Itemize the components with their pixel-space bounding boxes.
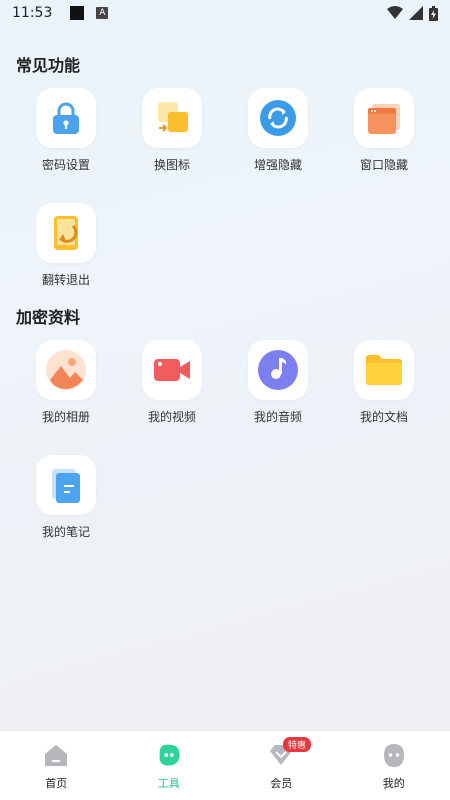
tile [354, 88, 414, 148]
grid-item-album[interactable]: 我的相册 [13, 340, 119, 440]
grid-item-enhanced-hide[interactable]: 增强隐藏 [225, 88, 331, 188]
item-label: 增强隐藏 [253, 158, 302, 172]
album-icon [46, 350, 86, 390]
item-label: 我的相册 [41, 410, 90, 424]
grid-item-password[interactable]: 密码设置 [13, 88, 119, 188]
profile-icon [380, 741, 408, 769]
signal-icon [409, 6, 423, 20]
flip-phone-icon [54, 216, 78, 250]
item-label: 翻转退出 [41, 273, 90, 287]
item-label: 换图标 [153, 158, 190, 172]
tile [36, 455, 96, 515]
wifi-icon [387, 6, 403, 19]
tile [248, 88, 308, 148]
swap-icon [158, 102, 188, 132]
window-icon [368, 104, 400, 134]
grid-item-window-hide[interactable]: 窗口隐藏 [331, 88, 437, 188]
section-title-encrypted: 加密资料 [16, 308, 81, 327]
nav-item-vip[interactable]: 会员 特惠 [225, 731, 338, 800]
section-title-common: 常见功能 [16, 56, 81, 75]
item-label: 我的音频 [253, 410, 302, 424]
grid-item-flip-exit[interactable]: 翻转退出 [13, 203, 119, 303]
note-icon [52, 469, 80, 503]
nav-label: 会员 [270, 776, 293, 790]
lock-icon [53, 102, 79, 134]
tile [142, 88, 202, 148]
nav-label: 我的 [382, 776, 405, 790]
tile [36, 203, 96, 263]
grid-item-document[interactable]: 我的文档 [331, 340, 437, 440]
home-icon [42, 741, 70, 769]
nav-item-profile[interactable]: 我的 [338, 731, 450, 800]
sync-icon [260, 100, 296, 136]
status-bar: 11:53 A [0, 0, 450, 26]
audio-icon [258, 350, 298, 390]
tools-icon [155, 741, 183, 769]
tile [36, 340, 96, 400]
vip-badge: 特惠 [283, 737, 312, 752]
item-label: 我的文档 [359, 410, 408, 424]
nav-item-home[interactable]: 首页 [0, 731, 113, 800]
item-label: 我的视频 [147, 410, 196, 424]
tile [36, 88, 96, 148]
notification-square-icon [70, 6, 85, 20]
item-label: 窗口隐藏 [359, 158, 408, 172]
tile [354, 340, 414, 400]
tile [248, 340, 308, 400]
bottom-nav: 首页 工具 会员 特惠 我的 [0, 730, 450, 800]
video-icon [154, 359, 190, 381]
grid-item-audio[interactable]: 我的音频 [225, 340, 331, 440]
grid-item-change-icon[interactable]: 换图标 [119, 88, 225, 188]
battery-icon [429, 5, 438, 21]
nav-label: 工具 [157, 776, 180, 790]
grid-item-notes[interactable]: 我的笔记 [13, 455, 119, 555]
grid-item-video[interactable]: 我的视频 [119, 340, 225, 440]
item-label: 密码设置 [41, 158, 90, 172]
folder-icon [366, 355, 402, 385]
notification-a-icon: A [96, 7, 109, 19]
tile [142, 340, 202, 400]
nav-item-tools[interactable]: 工具 [113, 731, 226, 800]
nav-label: 首页 [45, 776, 68, 790]
status-time: 11:53 [12, 5, 53, 21]
item-label: 我的笔记 [41, 525, 90, 539]
